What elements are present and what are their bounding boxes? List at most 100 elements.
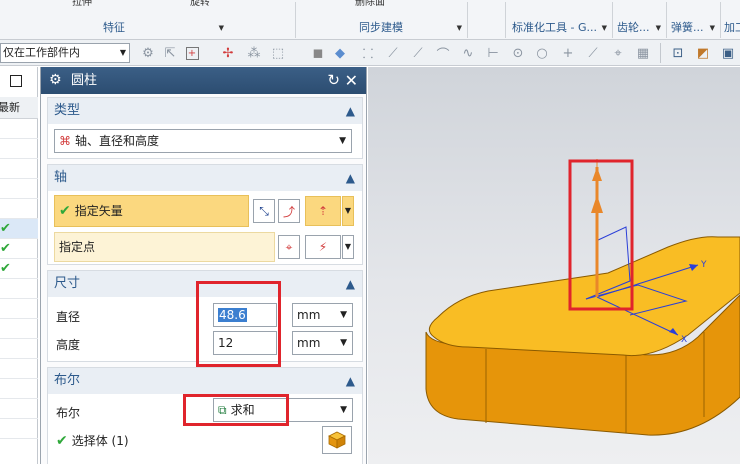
dialog-title-bar[interactable]: ⚙ 圆柱 ↻ ✕ xyxy=(41,67,366,94)
plus-icon[interactable]: + xyxy=(560,45,576,61)
reset-icon[interactable]: ↻ xyxy=(327,67,340,94)
list-item[interactable] xyxy=(0,159,38,179)
sync-modeling-group[interactable]: 同步建模 ▼ xyxy=(296,0,466,40)
dialog-title: 圆柱 xyxy=(71,73,98,88)
height-input[interactable]: 12 xyxy=(213,331,277,355)
chevron-down-icon[interactable]: ▼ xyxy=(602,24,607,32)
select-body-button[interactable] xyxy=(322,426,352,454)
boolean-dropdown[interactable]: ⧉ 求和 ▼ xyxy=(213,398,353,422)
gear-group[interactable]: 齿轮... ▼ xyxy=(613,0,665,40)
view-icon[interactable]: ◩ xyxy=(695,45,711,61)
list-item[interactable] xyxy=(0,179,38,199)
list-item[interactable]: ✔ xyxy=(0,259,38,279)
height-unit-dropdown[interactable]: mm ▼ xyxy=(292,331,353,355)
point-dialog-icon[interactable]: ⌖ xyxy=(278,235,300,259)
chevron-down-icon[interactable]: ▼ xyxy=(219,24,224,32)
list-item[interactable] xyxy=(0,359,38,379)
spring-group[interactable]: 弹簧... ▼ xyxy=(667,0,719,40)
boolean-section-header[interactable]: 布尔 ▲ xyxy=(48,368,362,394)
grid-icon[interactable]: ⸬ xyxy=(360,45,376,62)
specify-vector-row[interactable]: ✔ 指定矢量 xyxy=(54,195,249,227)
select-point-icon[interactable]: ⁂ xyxy=(246,45,262,61)
diameter-label: 直径 xyxy=(56,310,81,324)
chevron-down-icon[interactable]: ▼ xyxy=(710,24,715,32)
check-icon: ✔ xyxy=(0,261,11,276)
type-section-header[interactable]: 类型 ▲ xyxy=(48,98,362,124)
select-body-label: 选择体 (1) xyxy=(71,434,129,448)
cube-icon[interactable]: ◆ xyxy=(332,45,348,61)
line-icon[interactable]: ⟋ xyxy=(410,45,426,61)
diameter-input[interactable]: 48.6 xyxy=(213,303,277,327)
pattern-icon[interactable]: ▦ xyxy=(635,45,651,61)
gear-icon[interactable]: ⚙ xyxy=(49,67,62,94)
circle-point-icon[interactable]: ⊙ xyxy=(510,45,526,61)
arc-icon[interactable]: ⌒ xyxy=(435,45,451,63)
render-icon[interactable]: ▣ xyxy=(720,45,736,61)
list-item[interactable] xyxy=(0,199,38,219)
boolean-label: 布尔 xyxy=(56,406,81,420)
chevron-down-icon: ▼ xyxy=(340,310,347,320)
list-item[interactable] xyxy=(0,319,38,339)
solid-body-icon xyxy=(328,431,346,449)
specify-point-row[interactable]: 指定点 xyxy=(54,232,275,262)
snap-filter-icon[interactable]: ⚙ xyxy=(140,45,156,61)
list-item[interactable] xyxy=(0,139,38,159)
dimension-icon[interactable]: ⊢ xyxy=(485,45,501,61)
chevron-down-icon[interactable]: ▼ xyxy=(342,196,354,226)
shade-icon[interactable]: ◼ xyxy=(310,45,326,61)
chevron-up-icon[interactable]: ▲ xyxy=(346,368,355,394)
check-icon: ✔ xyxy=(0,221,11,236)
list-item[interactable] xyxy=(0,379,38,399)
standard-tools-group[interactable]: 标准化工具 - G... ▼ xyxy=(506,0,611,40)
graphics-window[interactable]: Y X xyxy=(368,67,740,464)
inferred-point-icon[interactable]: ⚡ xyxy=(305,235,341,259)
line-icon[interactable]: ⟋ xyxy=(385,45,401,61)
list-item[interactable]: ✔ xyxy=(0,239,38,259)
zoom-fit-icon[interactable]: ⊡ xyxy=(670,45,686,61)
specify-vector-label: 指定矢量 xyxy=(74,204,123,218)
boolean-section: 布尔 ▲ 布尔 ⧉ 求和 ▼ ✔ 选择体 (1) xyxy=(47,367,363,464)
inferred-vector-icon[interactable]: ⇡ xyxy=(305,196,341,226)
quick-pick-icon[interactable]: ✢ xyxy=(220,45,236,61)
maximize-icon[interactable] xyxy=(10,75,22,87)
list-item[interactable] xyxy=(0,279,38,299)
chevron-up-icon[interactable]: ▲ xyxy=(346,165,355,191)
type-dropdown[interactable]: ⌘ 轴、直径和高度 ▼ xyxy=(54,129,352,153)
dimensions-section-header[interactable]: 尺寸 ▲ xyxy=(48,271,362,297)
chevron-down-icon[interactable]: ▼ xyxy=(342,235,354,259)
boolean-section-title: 布尔 xyxy=(54,373,81,388)
point-icon[interactable]: ⌖ xyxy=(610,45,626,61)
navigator-column-header[interactable]: 最新 xyxy=(0,97,38,119)
ribbon-separator xyxy=(467,2,468,38)
diameter-unit-dropdown[interactable]: mm ▼ xyxy=(292,303,353,327)
list-item[interactable] xyxy=(0,419,38,439)
selection-scope-dropdown[interactable]: 仅在工作部件内 ▼ xyxy=(0,43,130,63)
chevron-up-icon[interactable]: ▲ xyxy=(346,98,355,124)
list-item[interactable] xyxy=(0,119,38,139)
dimensions-section: 尺寸 ▲ 直径 48.6 mm ▼ 高度 12 mm ▼ xyxy=(47,270,363,362)
select-body-row[interactable]: ✔ 选择体 (1) xyxy=(56,432,129,449)
reverse-direction-icon[interactable]: ⤡ xyxy=(253,199,275,223)
chevron-down-icon[interactable]: ▼ xyxy=(656,24,661,32)
rectangle-select-icon[interactable]: ⬚ xyxy=(270,45,286,61)
list-item[interactable] xyxy=(0,339,38,359)
machining-group[interactable]: 加工 xyxy=(721,0,740,40)
diameter-value: 48.6 xyxy=(218,308,247,322)
chevron-up-icon[interactable]: ▲ xyxy=(346,271,355,297)
line-icon[interactable]: ⟋ xyxy=(585,45,601,61)
circle-icon[interactable]: ○ xyxy=(534,45,550,61)
list-item[interactable] xyxy=(0,299,38,319)
snap-icon[interactable]: ⇱ xyxy=(162,45,178,61)
vector-dialog-icon[interactable]: ⤴ xyxy=(278,199,300,223)
feature-group[interactable]: 特征 ▼ xyxy=(0,0,228,40)
type-section: 类型 ▲ ⌘ 轴、直径和高度 ▼ xyxy=(47,97,363,159)
axis-section-header[interactable]: 轴 ▲ xyxy=(48,165,362,191)
close-icon[interactable]: ✕ xyxy=(345,67,358,94)
list-item[interactable] xyxy=(0,399,38,419)
spline-icon[interactable]: ∿ xyxy=(460,45,476,61)
select-add-icon[interactable]: + xyxy=(184,45,200,61)
type-value: 轴、直径和高度 xyxy=(75,134,160,148)
list-item[interactable]: ✔ xyxy=(0,219,38,239)
standard-tools-group-label: 标准化工具 - G... xyxy=(512,21,597,34)
chevron-down-icon[interactable]: ▼ xyxy=(457,24,462,32)
